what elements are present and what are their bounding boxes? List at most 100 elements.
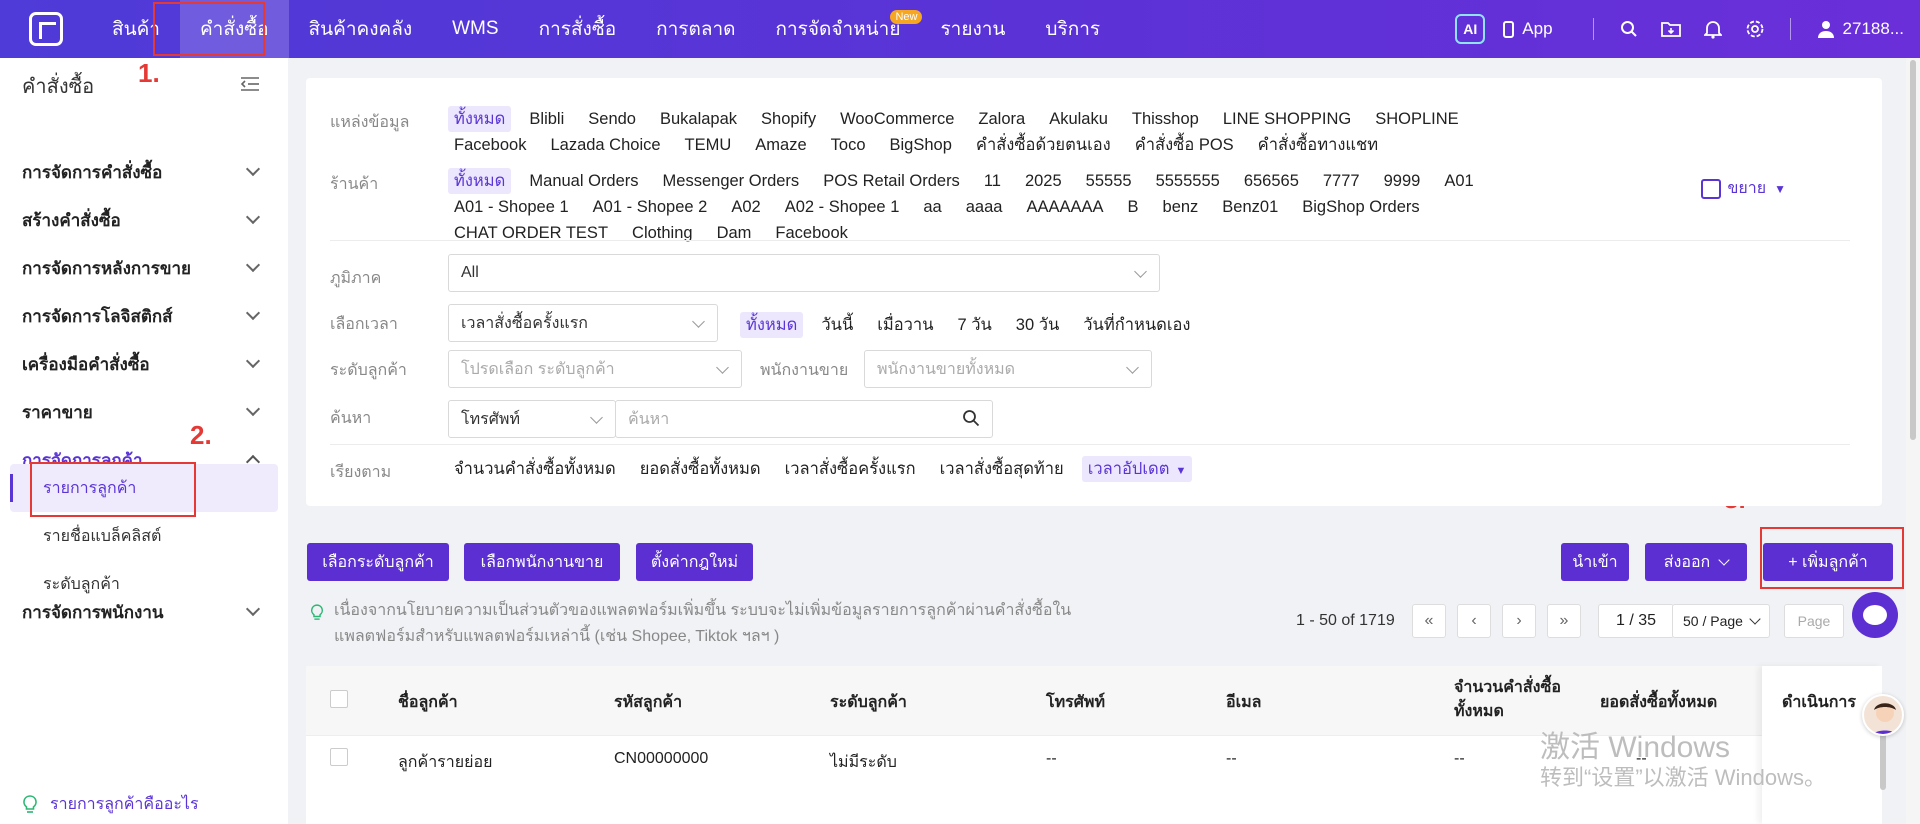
source-chip[interactable]: Bukalapak xyxy=(654,106,743,132)
col-email[interactable]: อีเมล xyxy=(1226,690,1261,715)
sidebar-item-staff-management[interactable]: การจัดการพนักงาน xyxy=(22,592,264,632)
store-chip[interactable]: BigShop Orders xyxy=(1296,194,1425,220)
time-type-select[interactable]: เวลาสั่งซื้อครั้งแรก xyxy=(448,304,718,342)
search-type-select[interactable]: โทรศัพท์ xyxy=(448,400,616,438)
source-chip[interactable]: คำสั่งซื้อทางแชท xyxy=(1252,132,1384,158)
table-scrollbar-thumb[interactable] xyxy=(1880,730,1886,790)
set-rule-button[interactable]: ตั้งค่ากฎใหม่ xyxy=(636,543,753,581)
store-chip[interactable]: Messenger Orders xyxy=(657,168,806,194)
store-chip[interactable]: Clothing xyxy=(626,220,699,246)
col-customer-level[interactable]: ระดับลูกค้า xyxy=(830,690,907,715)
col-total-orders[interactable]: จำนวนคำสั่งซื้อ ทั้งหมด xyxy=(1454,676,1574,724)
store-chip[interactable]: AAAAAAA xyxy=(1020,194,1109,220)
region-select[interactable]: All xyxy=(448,254,1160,292)
sidebar-item-order-tools[interactable]: เครื่องมือคำสั่งซื้อ xyxy=(22,344,264,384)
source-chip[interactable]: TEMU xyxy=(679,132,738,158)
source-chip[interactable]: Akulaku xyxy=(1043,106,1114,132)
next-page-button[interactable]: › xyxy=(1502,604,1536,638)
store-chip[interactable]: Dam xyxy=(711,220,758,246)
store-chip[interactable]: A01 - Shopee 2 xyxy=(587,194,714,220)
nav-wms[interactable]: WMS xyxy=(432,0,518,58)
page-size-select[interactable]: 50 / Page xyxy=(1672,604,1770,638)
col-customer-code[interactable]: รหัสลูกค้า xyxy=(614,690,682,715)
store-chip[interactable]: ทั้งหมด xyxy=(448,168,512,194)
nav-inventory[interactable]: สินค้าคงคลัง xyxy=(289,0,433,58)
select-all-checkbox[interactable] xyxy=(330,690,348,708)
source-chip[interactable]: Facebook xyxy=(448,132,532,158)
prev-page-button[interactable]: ‹ xyxy=(1457,604,1491,638)
sort-chip[interactable]: เวลาสั่งซื้อครั้งแรก xyxy=(779,456,922,482)
source-chip[interactable]: LINE SHOPPING xyxy=(1217,106,1357,132)
time-range-chip[interactable]: ทั้งหมด xyxy=(740,312,804,338)
row-checkbox[interactable] xyxy=(330,748,348,766)
sidebar-item-order-management[interactable]: การจัดการคำสั่งซื้อ xyxy=(22,152,264,192)
col-total-sales[interactable]: ยอดสั่งซื้อทั้งหมด xyxy=(1600,690,1717,715)
store-chip[interactable]: B xyxy=(1122,194,1145,220)
store-chip[interactable]: benz xyxy=(1157,194,1205,220)
time-range-chip[interactable]: 30 วัน xyxy=(1010,312,1065,338)
store-chip[interactable]: 2025 xyxy=(1019,168,1068,194)
first-page-button[interactable]: « xyxy=(1412,604,1446,638)
store-chip[interactable]: 656565 xyxy=(1238,168,1305,194)
add-customer-button[interactable]: + เพิ่มลูกค้า xyxy=(1763,543,1893,581)
source-chip[interactable]: Amaze xyxy=(749,132,812,158)
time-range-chip[interactable]: วันนี้ xyxy=(815,312,859,338)
cell-customer-name[interactable]: ลูกค้ารายย่อย xyxy=(398,750,493,775)
nav-reports[interactable]: รายงาน xyxy=(920,0,1025,58)
store-chip[interactable]: A01 - Shopee 1 xyxy=(448,194,575,220)
store-chip[interactable]: 55555 xyxy=(1080,168,1138,194)
help-link[interactable]: รายการลูกค้าคืออะไร xyxy=(22,792,199,817)
store-chip[interactable]: 7777 xyxy=(1317,168,1366,194)
source-chip[interactable]: WooCommerce xyxy=(834,106,960,132)
page-indicator[interactable]: 1 / 35 xyxy=(1598,604,1674,638)
search-icon[interactable] xyxy=(1618,18,1640,40)
time-range-chip[interactable]: วันที่กำหนดเอง xyxy=(1077,312,1196,338)
source-chip[interactable]: Lazada Choice xyxy=(544,132,666,158)
sidebar-subitem-blacklist[interactable]: รายชื่อแบล็คลิสต์ xyxy=(10,512,278,560)
source-chip[interactable]: Blibli xyxy=(523,106,570,132)
store-chip[interactable]: 11 xyxy=(978,168,1007,194)
source-chip[interactable]: BigShop xyxy=(884,132,958,158)
col-phone[interactable]: โทรศัพท์ xyxy=(1046,690,1105,715)
store-chip[interactable]: 9999 xyxy=(1378,168,1427,194)
col-customer-name[interactable]: ชื่อลูกค้า xyxy=(398,690,458,715)
goto-page-input[interactable]: Page xyxy=(1784,604,1844,638)
store-chip[interactable]: aa xyxy=(917,194,947,220)
store-chip[interactable]: POS Retail Orders xyxy=(817,168,966,194)
nav-marketing[interactable]: การตลาด xyxy=(636,0,755,58)
store-chip[interactable]: Manual Orders xyxy=(523,168,644,194)
sidebar-item-logistics[interactable]: การจัดการโลจิสติกส์ xyxy=(22,296,264,336)
search-input[interactable]: ค้นหา xyxy=(615,400,993,438)
store-chip[interactable]: A01 xyxy=(1438,168,1479,194)
import-button[interactable]: นำเข้า xyxy=(1561,543,1629,581)
store-chip[interactable]: A02 - Shopee 1 xyxy=(779,194,906,220)
store-chip[interactable]: A02 xyxy=(725,194,766,220)
source-chip[interactable]: ทั้งหมด xyxy=(448,106,512,132)
customer-level-select[interactable]: โปรดเลือก ระดับลูกค้า xyxy=(448,350,742,388)
source-chip[interactable]: SHOPLINE xyxy=(1369,106,1464,132)
source-chip[interactable]: Zalora xyxy=(972,106,1031,132)
sidebar-item-pricing[interactable]: ราคาขาย xyxy=(22,392,264,432)
bell-icon[interactable] xyxy=(1702,18,1724,40)
store-chip[interactable]: Benz01 xyxy=(1216,194,1284,220)
time-range-chip[interactable]: 7 วัน xyxy=(951,312,997,338)
source-chip[interactable]: Toco xyxy=(825,132,872,158)
folder-download-icon[interactable] xyxy=(1660,18,1682,40)
last-page-button[interactable]: » xyxy=(1547,604,1581,638)
sort-chip[interactable]: เวลาสั่งซื้อสุดท้าย xyxy=(934,456,1070,482)
store-chip[interactable]: Facebook xyxy=(769,220,853,246)
page-scrollbar-thumb[interactable] xyxy=(1910,60,1916,440)
support-avatar[interactable] xyxy=(1862,694,1904,736)
sort-chip[interactable]: จำนวนคำสั่งซื้อทั้งหมด xyxy=(448,456,622,482)
search-icon[interactable] xyxy=(962,409,980,427)
expand-button[interactable]: ขยาย ▼ xyxy=(1701,176,1786,201)
ai-button[interactable]: AI xyxy=(1455,14,1486,44)
collapse-sidebar-icon[interactable] xyxy=(240,76,260,92)
nav-distribution[interactable]: การจัดจำหน่าย New xyxy=(756,0,923,58)
time-range-chip[interactable]: เมื่อวาน xyxy=(871,312,939,338)
store-chip[interactable]: 5555555 xyxy=(1150,168,1226,194)
staff-select[interactable]: พนักงานขายทั้งหมด xyxy=(864,350,1152,388)
gear-icon[interactable] xyxy=(1744,18,1766,40)
export-button[interactable]: ส่งออก xyxy=(1645,543,1747,581)
app-logo[interactable] xyxy=(0,0,92,58)
